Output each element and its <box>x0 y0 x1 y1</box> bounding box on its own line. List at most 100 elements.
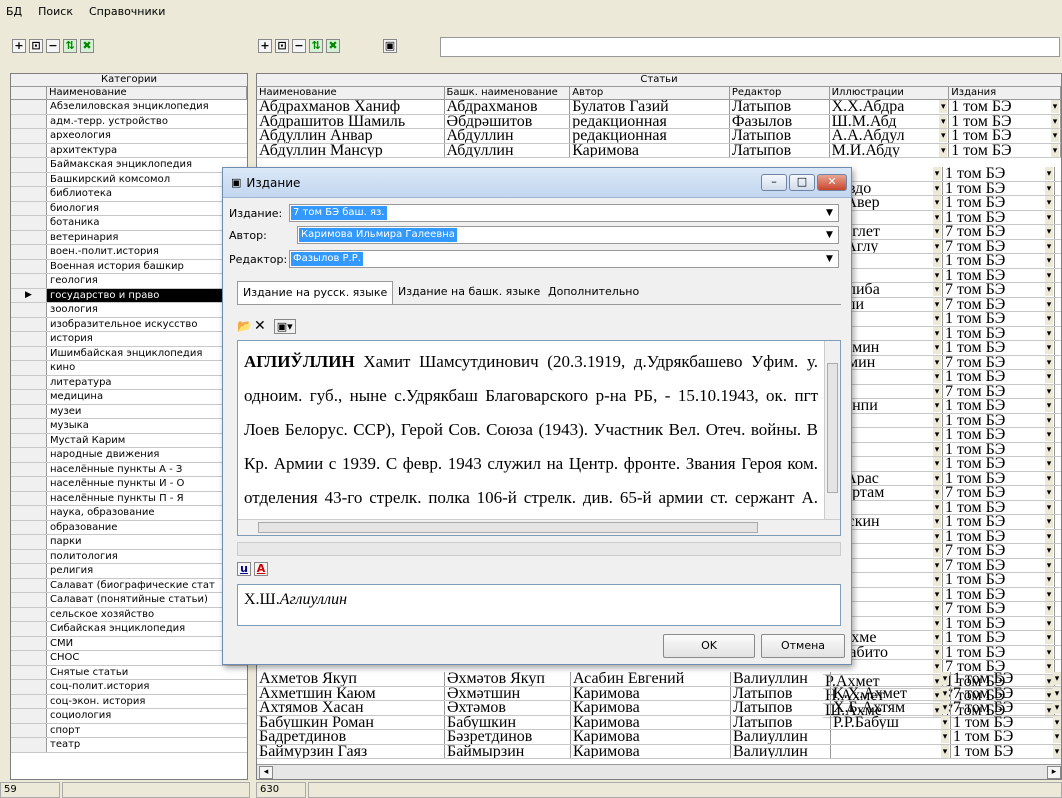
category-row[interactable]: религия <box>11 564 247 579</box>
article-row[interactable]: 7 том БЭ <box>823 544 1061 559</box>
category-row[interactable]: Салават (биографические стат <box>11 578 247 593</box>
category-row[interactable]: Сибайская энциклопедия <box>11 622 247 637</box>
article-row[interactable]: Абдрахманов Ханиф Абдрахманов Булатов Гази… <box>257 100 1061 115</box>
article-row[interactable]: 1 том БЭ <box>823 268 1061 283</box>
articles-column-header[interactable]: Башк. наименование <box>445 87 571 99</box>
category-row[interactable]: Военная история башкир <box>11 259 247 274</box>
article-row[interactable]: 1 том БЭ <box>823 442 1061 457</box>
dialog-titlebar[interactable]: ▣ Издание <box>223 168 851 198</box>
category-row[interactable]: населённые пункты А - З <box>11 462 247 477</box>
category-row[interactable]: воен.-полит.история <box>11 245 247 260</box>
articles-column-header[interactable]: Иллюстрации <box>830 87 950 99</box>
tab-russian[interactable]: Издание на русск. языке <box>237 281 394 304</box>
article-row[interactable]: В.Ахме1 том БЭ <box>823 631 1061 646</box>
category-row[interactable]: образование <box>11 520 247 535</box>
article-row[interactable]: Г.Аскин1 том БЭ <box>823 515 1061 530</box>
izdanie-select[interactable]: 7 том БЭ баш. яз. ▼ <box>289 204 839 222</box>
tab-additional[interactable]: Дополнительно <box>543 281 644 303</box>
category-row[interactable]: музеи <box>11 404 247 419</box>
article-row[interactable]: 7 том БЭ <box>823 558 1061 573</box>
category-row[interactable]: социология <box>11 709 247 724</box>
cancel-button[interactable]: Отмена <box>761 634 845 658</box>
window-icon[interactable]: ▣ <box>383 39 397 53</box>
article-row[interactable]: Р.Али7 том БЭ <box>823 297 1061 312</box>
underline-icon[interactable]: u <box>237 562 251 576</box>
category-row[interactable]: история <box>11 332 247 347</box>
category-row[interactable]: Башкирский комсомол <box>11 172 247 187</box>
category-row[interactable]: Абзелиловская энциклопедия <box>11 100 247 115</box>
category-row[interactable]: зоология <box>11 303 247 318</box>
refresh-articles-icon[interactable]: ⇅ <box>309 39 323 53</box>
article-row[interactable]: Х.Амин1 том БЭ <box>823 341 1061 356</box>
article-row[interactable]: 1 том БЭ <box>823 254 1061 269</box>
article-row[interactable]: 1 том БЭ <box>823 573 1061 588</box>
article-row[interactable]: 1 том БЭ <box>823 428 1061 443</box>
close-icon[interactable]: ✕ <box>817 174 847 191</box>
article-row[interactable]: Абдуллин Анвар Абдуллин редакционная Латыпо… <box>257 129 1061 144</box>
category-row[interactable]: адм.-терр. устройство <box>11 114 247 129</box>
category-row[interactable]: археология <box>11 129 247 144</box>
category-row[interactable]: парки <box>11 535 247 550</box>
clear-icon[interactable]: ✕ <box>254 318 266 334</box>
category-row[interactable]: геология <box>11 274 247 289</box>
menu-reference[interactable]: Справочники <box>89 5 165 18</box>
articles-hscrollbar[interactable]: ◂ ▸ <box>257 764 1061 779</box>
maximize-icon[interactable]: □ <box>789 174 815 191</box>
article-row[interactable]: 1 том БЭ <box>823 413 1061 428</box>
author-select[interactable]: Каримова Ильмира Галеевна ▼ <box>297 226 839 244</box>
article-row[interactable]: Х.Аглет7 том БЭ <box>823 225 1061 240</box>
articles-column-header[interactable]: Автор <box>570 87 730 99</box>
category-row[interactable]: медицина <box>11 390 247 405</box>
category-row[interactable]: театр <box>11 738 247 753</box>
add-article-button[interactable]: + <box>258 39 272 53</box>
article-row[interactable]: 7 том БЭ <box>823 602 1061 617</box>
text-vscrollbar[interactable] <box>824 341 840 521</box>
text-hscrollbar[interactable] <box>238 519 840 535</box>
category-row[interactable]: архитектура <box>11 143 247 158</box>
category-row[interactable]: библиотека <box>11 187 247 202</box>
article-row[interactable]: Ш.Арас1 том БЭ <box>823 471 1061 486</box>
category-row[interactable]: СМИ <box>11 636 247 651</box>
open-file-icon[interactable]: 📂 <box>237 319 252 333</box>
add-button[interactable]: + <box>12 39 26 53</box>
article-row[interactable]: И.Анпи1 том БЭ <box>823 399 1061 414</box>
article-row[interactable]: Абдрашитов Шамиль Әбдрәшитов редакционная Ф… <box>257 114 1061 129</box>
article-row[interactable]: 1 том БЭ <box>823 500 1061 515</box>
category-row[interactable]: кино <box>11 361 247 376</box>
signature-field[interactable]: Х.Ш.Аглиуллин <box>237 584 841 626</box>
category-row[interactable]: населённые пункты И - О <box>11 477 247 492</box>
format-icon[interactable]: ▣▾ <box>273 318 296 334</box>
article-row[interactable]: Ю.Авер1 том БЭ <box>823 196 1061 211</box>
font-color-icon[interactable]: A <box>254 562 268 576</box>
editor-select[interactable]: Фазылов Р.Р. ▼ <box>289 250 839 268</box>
article-row[interactable]: Г.Авдо1 том БЭ <box>823 181 1061 196</box>
article-row[interactable]: Абдуллин Мансур Абдуллин Каримова Латыпов М.… <box>257 143 1061 158</box>
category-row[interactable]: спорт <box>11 723 247 738</box>
delete-button[interactable]: − <box>46 39 60 53</box>
article-row[interactable]: А.Габито1 том БЭ <box>823 645 1061 660</box>
article-row[interactable]: Ахметов Якуп Әхмәтов Якуп Асабин Евгений Ва… <box>257 672 1061 687</box>
article-row[interactable]: 1 том БЭ <box>823 210 1061 225</box>
category-row[interactable]: изобразительное искусство <box>11 317 247 332</box>
article-row[interactable]: 1 том БЭ <box>823 457 1061 472</box>
delete-article-button[interactable]: − <box>292 39 306 53</box>
excel-icon[interactable]: ✖ <box>80 39 94 53</box>
article-row[interactable]: 1 том БЭ <box>823 167 1061 182</box>
article-text-area[interactable]: АГЛИЎЛЛИН Хамит Шамсутдинович (20.3.1919… <box>237 340 841 536</box>
category-row[interactable]: наука, образование <box>11 506 247 521</box>
category-row[interactable]: Снятые статьи <box>11 665 247 680</box>
menu-search[interactable]: Поиск <box>38 5 73 18</box>
category-row[interactable]: биология <box>11 201 247 216</box>
menu-db[interactable]: БД <box>6 5 22 18</box>
category-row[interactable]: литература <box>11 375 247 390</box>
category-row[interactable]: Салават (понятийные статьи) <box>11 593 247 608</box>
article-row[interactable]: Баймурзин Гаяз Баймырзин Каримова Валиуллин… <box>257 744 1061 759</box>
article-row[interactable]: 1 том БЭ <box>823 529 1061 544</box>
categories-column-header[interactable]: Наименование <box>47 87 247 99</box>
article-row[interactable]: Г.Амин7 том БЭ <box>823 355 1061 370</box>
tab-bashkir[interactable]: Издание на башк. языке <box>393 281 545 303</box>
refresh-icon[interactable]: ⇅ <box>63 39 77 53</box>
excel-articles-icon[interactable]: ✖ <box>326 39 340 53</box>
category-row[interactable]: соц-полит.история <box>11 680 247 695</box>
article-row[interactable]: 1 том БЭ <box>823 587 1061 602</box>
